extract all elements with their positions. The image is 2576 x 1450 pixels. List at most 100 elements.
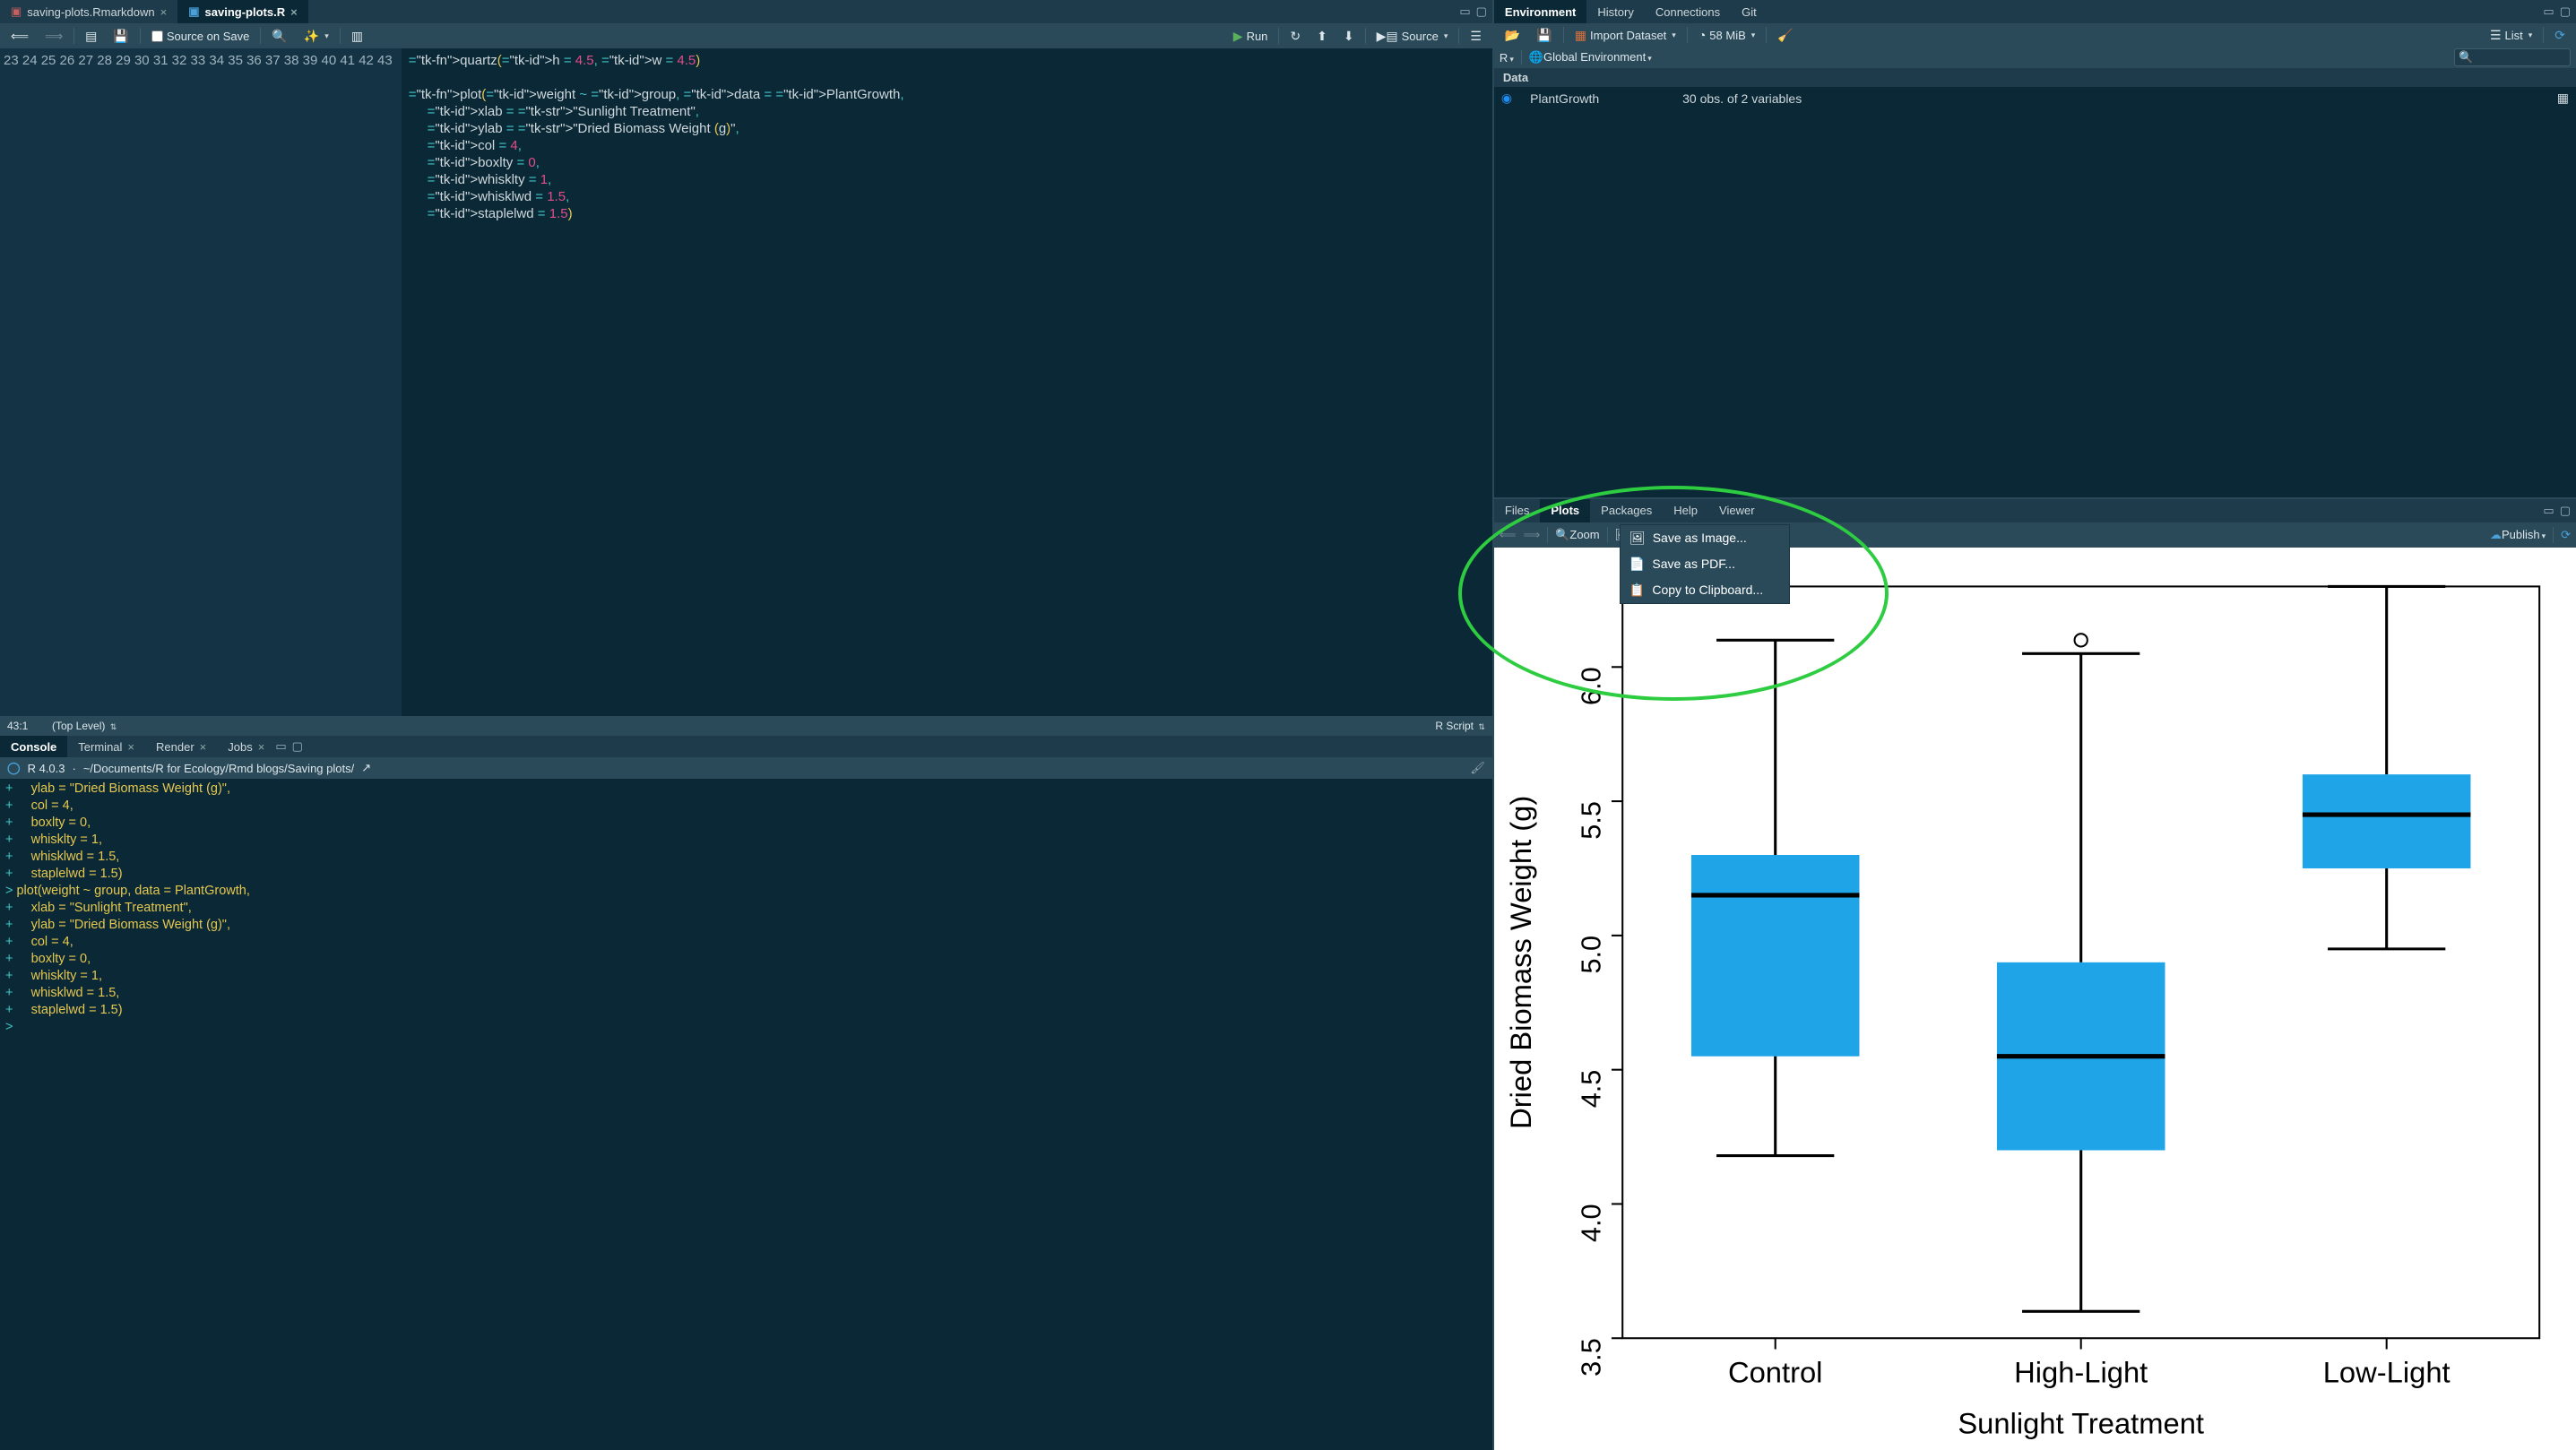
load-workspace-button[interactable]: 📂: [1500, 26, 1526, 45]
scope-selector[interactable]: (Top Level) ⇅: [52, 720, 1435, 732]
svg-text:4.5: 4.5: [1576, 1069, 1607, 1108]
up-button[interactable]: ⬆: [1311, 27, 1333, 46]
maximize-icon[interactable]: ▢: [1476, 4, 1487, 19]
plot-next-button[interactable]: ⟹: [1524, 528, 1541, 542]
clear-console-icon[interactable]: 🖌: [1470, 761, 1485, 775]
tab-console[interactable]: Console: [0, 736, 67, 757]
env-row[interactable]: ◉ PlantGrowth 30 obs. of 2 variables ▦: [1501, 91, 2569, 106]
wand-button[interactable]: ✨▾: [298, 27, 334, 46]
plot-area: 3.54.04.55.05.56.0Dried Biomass Weight (…: [1494, 548, 2576, 1450]
minimize-icon[interactable]: ▭: [2543, 4, 2554, 19]
tab-saving-plots-rmarkdown[interactable]: ▣ saving-plots.Rmarkdown ×: [0, 0, 177, 23]
close-icon[interactable]: ×: [200, 740, 207, 754]
run-icon: ▶: [1233, 29, 1243, 44]
working-directory[interactable]: ~/Documents/R for Ecology/Rmd blogs/Savi…: [83, 762, 354, 775]
tab-render[interactable]: Render×: [145, 736, 217, 757]
publish-button[interactable]: ☁Publish▾: [2490, 528, 2546, 542]
environment-pane: Environment History Connections Git ▭ ▢ 📂…: [1494, 0, 2576, 499]
console-output[interactable]: + ylab = "Dried Biomass Weight (g)", + c…: [0, 779, 1492, 1450]
env-search[interactable]: 🔍: [2454, 48, 2571, 66]
close-icon[interactable]: ×: [258, 740, 265, 754]
tab-jobs[interactable]: Jobs×: [217, 736, 275, 757]
maximize-icon[interactable]: ▢: [2560, 504, 2571, 518]
source-editor[interactable]: 23 24 25 26 27 28 29 30 31 32 33 34 35 3…: [0, 48, 1492, 716]
back-button[interactable]: ⟸: [5, 27, 34, 46]
refresh-plot-button[interactable]: ⟳: [2561, 528, 2571, 542]
outline-button[interactable]: ☰: [1465, 27, 1487, 46]
tab-connections[interactable]: Connections: [1645, 0, 1731, 23]
expand-icon[interactable]: ◉: [1501, 91, 1512, 106]
export-save-pdf[interactable]: 📄Save as PDF...: [1621, 551, 1789, 577]
arrow-right-icon: ⟹: [1524, 528, 1541, 541]
export-copy-clip[interactable]: 📋Copy to Clipboard...: [1621, 577, 1789, 603]
env-tabs: Environment History Connections Git ▭ ▢: [1494, 0, 2576, 23]
pie-icon: ◔: [1699, 28, 1706, 42]
find-button[interactable]: 🔍: [266, 27, 292, 46]
tab-packages[interactable]: Packages: [1590, 499, 1663, 522]
tab-files[interactable]: Files: [1494, 499, 1540, 522]
zoom-button[interactable]: 🔍Zoom: [1555, 528, 1599, 542]
minimize-icon[interactable]: ▭: [275, 739, 286, 754]
svg-text:High-Light: High-Light: [2014, 1355, 2148, 1388]
arrow-left-icon: ⟸: [1500, 528, 1517, 541]
maximize-icon[interactable]: ▢: [292, 739, 303, 754]
language-selector[interactable]: R▾: [1500, 51, 1514, 65]
rerun-button[interactable]: ↻: [1284, 27, 1306, 46]
tab-plots[interactable]: Plots: [1540, 499, 1590, 522]
tab-history[interactable]: History: [1586, 0, 1644, 23]
source-button[interactable]: ▶▤Source▾: [1371, 27, 1454, 46]
table-icon[interactable]: ▦: [2557, 91, 2569, 106]
memory-usage[interactable]: ◔58 MiB▾: [1693, 26, 1760, 44]
arrow-left-icon: ⟸: [11, 29, 29, 44]
clipboard-icon: 📋: [1629, 583, 1645, 598]
refresh-button[interactable]: ⟳: [2549, 26, 2571, 45]
svg-text:3.5: 3.5: [1576, 1338, 1607, 1377]
chevron-updown-icon: ⇅: [110, 722, 117, 731]
save-button[interactable]: 💾: [108, 27, 134, 46]
close-icon[interactable]: ×: [127, 740, 134, 754]
tab-terminal[interactable]: Terminal×: [67, 736, 145, 757]
save-workspace-button[interactable]: 💾: [1531, 26, 1557, 45]
language-selector[interactable]: R Script ⇅: [1435, 720, 1485, 732]
show-in-files-button[interactable]: ▤: [80, 27, 102, 46]
source-toolbar: ⟸ ⟹ ▤ 💾 Source on Save 🔍 ✨▾ ▥ ▶Run ↻ ⬆ ⬇…: [0, 23, 1492, 48]
source-on-save-toggle[interactable]: Source on Save: [146, 28, 255, 45]
svg-text:5.0: 5.0: [1576, 935, 1607, 973]
tab-viewer[interactable]: Viewer: [1708, 499, 1766, 522]
outline-icon: ☰: [1470, 29, 1482, 44]
goto-wd-icon[interactable]: ↗: [361, 761, 371, 775]
export-save-image[interactable]: 🖼Save as Image...: [1621, 525, 1789, 551]
run-button[interactable]: ▶Run: [1228, 27, 1274, 46]
env-scope-bar: R▾ 🌐Global Environment▾ 🔍: [1494, 47, 2576, 68]
plots-pane: Files Plots Packages Help Viewer ▭▢ ⟸ ⟹ …: [1494, 499, 2576, 1450]
forward-button[interactable]: ⟹: [39, 27, 68, 46]
grid-icon: ▦: [1575, 28, 1586, 43]
tab-environment[interactable]: Environment: [1494, 0, 1586, 23]
code-area[interactable]: ="tk-fn">quartz(="tk-id">h = 4.5, ="tk-i…: [402, 48, 1492, 716]
r-file-icon: ▣: [188, 4, 199, 19]
env-scope-selector[interactable]: 🌐Global Environment▾: [1529, 50, 1652, 65]
import-dataset-button[interactable]: ▦Import Dataset▾: [1569, 26, 1681, 45]
env-search-input[interactable]: [2473, 51, 2566, 64]
tab-git[interactable]: Git: [1731, 0, 1768, 23]
minimize-icon[interactable]: ▭: [1459, 4, 1470, 19]
svg-text:5.5: 5.5: [1576, 801, 1607, 840]
down-button[interactable]: ⬇: [1338, 27, 1360, 46]
r-version: R 4.0.3: [28, 762, 65, 775]
save-icon: 💾: [1536, 28, 1552, 43]
source-on-save-checkbox[interactable]: [151, 30, 163, 42]
tab-saving-plots-r[interactable]: ▣ saving-plots.R ×: [177, 0, 307, 23]
close-icon[interactable]: ×: [290, 5, 298, 19]
tab-help[interactable]: Help: [1663, 499, 1708, 522]
globe-icon: 🌐: [1529, 50, 1543, 64]
plots-tabs: Files Plots Packages Help Viewer ▭ ▢: [1494, 499, 2576, 522]
compile-report-button[interactable]: ▥: [346, 27, 368, 46]
close-icon[interactable]: ×: [160, 5, 168, 19]
view-mode-button[interactable]: ☰List▾: [2485, 26, 2537, 45]
minimize-icon[interactable]: ▭: [2543, 504, 2554, 518]
arrow-up-icon: ⬆: [1317, 29, 1327, 44]
maximize-icon[interactable]: ▢: [2560, 4, 2571, 19]
refresh-icon: ⟳: [2554, 28, 2565, 43]
clear-workspace-button[interactable]: 🧹: [1772, 26, 1798, 45]
plot-prev-button[interactable]: ⟸: [1500, 528, 1517, 542]
